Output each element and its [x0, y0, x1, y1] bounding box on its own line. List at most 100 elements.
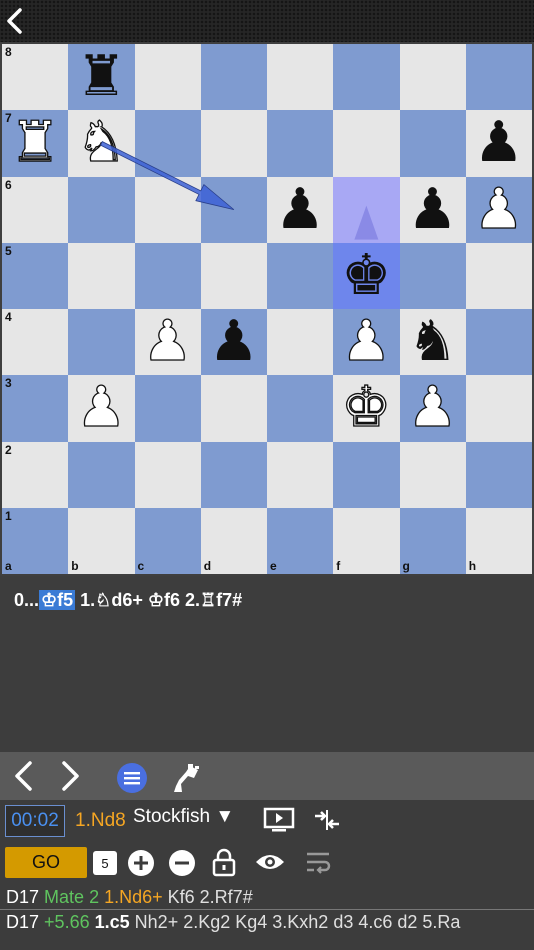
square-d2[interactable]: [200, 441, 267, 508]
square-e4[interactable]: [267, 309, 334, 376]
square-f4[interactable]: ♟: [333, 308, 400, 376]
chess-board[interactable]: 8 ♜ 7 ♜ ♞ ♟ 6 ♟ ♟ ♟ 5 ♚ 4 ♟ ♟ ♟ ♞ 3 ♟ ♚ ♟ 2 1 a b c d e f g h: [2, 44, 532, 574]
white-piece-c4[interactable]: ♟: [135, 308, 201, 375]
square-g8[interactable]: [399, 44, 466, 111]
square-f1[interactable]: f: [333, 507, 400, 574]
square-c8[interactable]: [134, 44, 201, 111]
flip-button[interactable]: [310, 805, 344, 835]
square-b2[interactable]: [68, 441, 135, 508]
black-piece-d4[interactable]: ♟: [201, 309, 267, 375]
wrap-button[interactable]: [302, 848, 334, 876]
white-piece-b3[interactable]: ♟: [68, 375, 134, 441]
square-d5[interactable]: [200, 242, 267, 309]
square-e3[interactable]: [267, 375, 334, 442]
square-d6[interactable]: [200, 176, 267, 243]
square-a4[interactable]: 4: [2, 309, 69, 376]
black-piece-h7[interactable]: ♟: [466, 110, 532, 176]
black-piece-e6[interactable]: ♟: [267, 177, 333, 243]
square-g4[interactable]: ♞: [399, 309, 466, 376]
back-button[interactable]: [2, 4, 32, 38]
square-g6[interactable]: ♟: [399, 176, 466, 243]
white-piece-h6[interactable]: ♟: [466, 176, 532, 243]
square-c6[interactable]: [134, 176, 201, 243]
square-f2[interactable]: [333, 441, 400, 508]
square-h8[interactable]: [465, 44, 532, 111]
next-move-button[interactable]: [54, 758, 86, 794]
square-e1[interactable]: e: [267, 507, 334, 574]
white-piece-a7[interactable]: ♜: [2, 110, 68, 176]
square-b7[interactable]: ♞: [68, 110, 135, 177]
square-b6[interactable]: [68, 176, 135, 243]
white-piece-f4[interactable]: ♟: [333, 308, 399, 375]
black-piece-f5[interactable]: ♚: [333, 243, 399, 309]
current-move[interactable]: ♔f5: [39, 590, 76, 610]
move-list[interactable]: 0... ♔f5 1.♘d6+ ♔f6 2.♖f7#: [14, 590, 242, 611]
square-h7[interactable]: ♟: [465, 110, 532, 177]
square-d1[interactable]: d: [200, 507, 267, 574]
square-c1[interactable]: c: [134, 507, 201, 574]
square-a8[interactable]: 8: [2, 44, 69, 111]
square-e6[interactable]: ♟: [267, 176, 334, 243]
square-a1[interactable]: 1a: [2, 507, 69, 574]
square-e8[interactable]: [267, 44, 334, 111]
square-h5[interactable]: [465, 242, 532, 309]
lock-button[interactable]: [209, 846, 239, 878]
square-f5[interactable]: ♚: [333, 242, 400, 309]
square-b3[interactable]: ♟: [68, 375, 135, 442]
square-b4[interactable]: [68, 309, 135, 376]
square-d8[interactable]: [200, 44, 267, 111]
go-button[interactable]: GO: [5, 847, 87, 878]
square-c4[interactable]: ♟: [134, 308, 201, 376]
increase-button[interactable]: [126, 848, 156, 878]
engine-button[interactable]: [168, 760, 204, 796]
engine-selector[interactable]: Stockfish ▼: [133, 806, 234, 828]
black-piece-g6[interactable]: ♟: [400, 177, 466, 243]
white-piece-f3[interactable]: ♚: [333, 375, 399, 441]
screen-button[interactable]: [262, 805, 296, 835]
square-g1[interactable]: g: [399, 507, 466, 574]
lines-count[interactable]: 5: [93, 851, 117, 875]
square-a6[interactable]: 6: [2, 176, 69, 243]
square-a7[interactable]: 7 ♜: [2, 110, 69, 177]
square-f3[interactable]: ♚: [333, 375, 400, 442]
square-d4[interactable]: ♟: [200, 309, 267, 376]
square-d3[interactable]: [200, 375, 267, 442]
move-continuation[interactable]: 1.♘d6+ ♔f6 2.♖f7#: [75, 590, 242, 610]
square-h4[interactable]: [465, 309, 532, 376]
view-button[interactable]: [253, 848, 287, 876]
square-c5[interactable]: [134, 242, 201, 309]
square-f8[interactable]: [333, 44, 400, 111]
square-c2[interactable]: [134, 441, 201, 508]
square-b5[interactable]: [68, 242, 135, 309]
square-b8[interactable]: ♜: [68, 44, 135, 111]
square-f6[interactable]: [333, 176, 400, 243]
engine-line-1[interactable]: D17 Mate 2 1.Nd6+ Kf6 2.Rf7#: [6, 887, 253, 908]
menu-button[interactable]: [116, 762, 148, 794]
square-a5[interactable]: 5: [2, 242, 69, 309]
square-g7[interactable]: [399, 110, 466, 177]
square-a3[interactable]: 3: [2, 375, 69, 442]
square-e5[interactable]: [267, 242, 334, 309]
square-g5[interactable]: [399, 242, 466, 309]
square-h3[interactable]: [465, 375, 532, 442]
white-piece-g3[interactable]: ♟: [400, 375, 466, 441]
black-piece-g4[interactable]: ♞: [400, 309, 466, 375]
previous-move-button[interactable]: [8, 758, 40, 794]
black-piece-b8[interactable]: ♜: [68, 44, 134, 110]
square-c7[interactable]: [134, 110, 201, 177]
square-c3[interactable]: [134, 375, 201, 442]
square-e7[interactable]: [267, 110, 334, 177]
square-h1[interactable]: h: [465, 507, 532, 574]
square-g2[interactable]: [399, 441, 466, 508]
square-e2[interactable]: [267, 441, 334, 508]
square-a2[interactable]: 2: [2, 441, 69, 508]
square-f7[interactable]: [333, 110, 400, 177]
square-b1[interactable]: b: [68, 507, 135, 574]
square-d7[interactable]: [200, 110, 267, 177]
square-h2[interactable]: [465, 441, 532, 508]
engine-line-2[interactable]: D17 +5.66 1.c5 Nh2+ 2.Kg2 Kg4 3.Kxh2 d3 …: [6, 912, 534, 933]
square-g3[interactable]: ♟: [399, 375, 466, 442]
decrease-button[interactable]: [167, 848, 197, 878]
white-piece-b7[interactable]: ♞: [68, 110, 134, 176]
square-h6[interactable]: ♟: [465, 176, 532, 243]
